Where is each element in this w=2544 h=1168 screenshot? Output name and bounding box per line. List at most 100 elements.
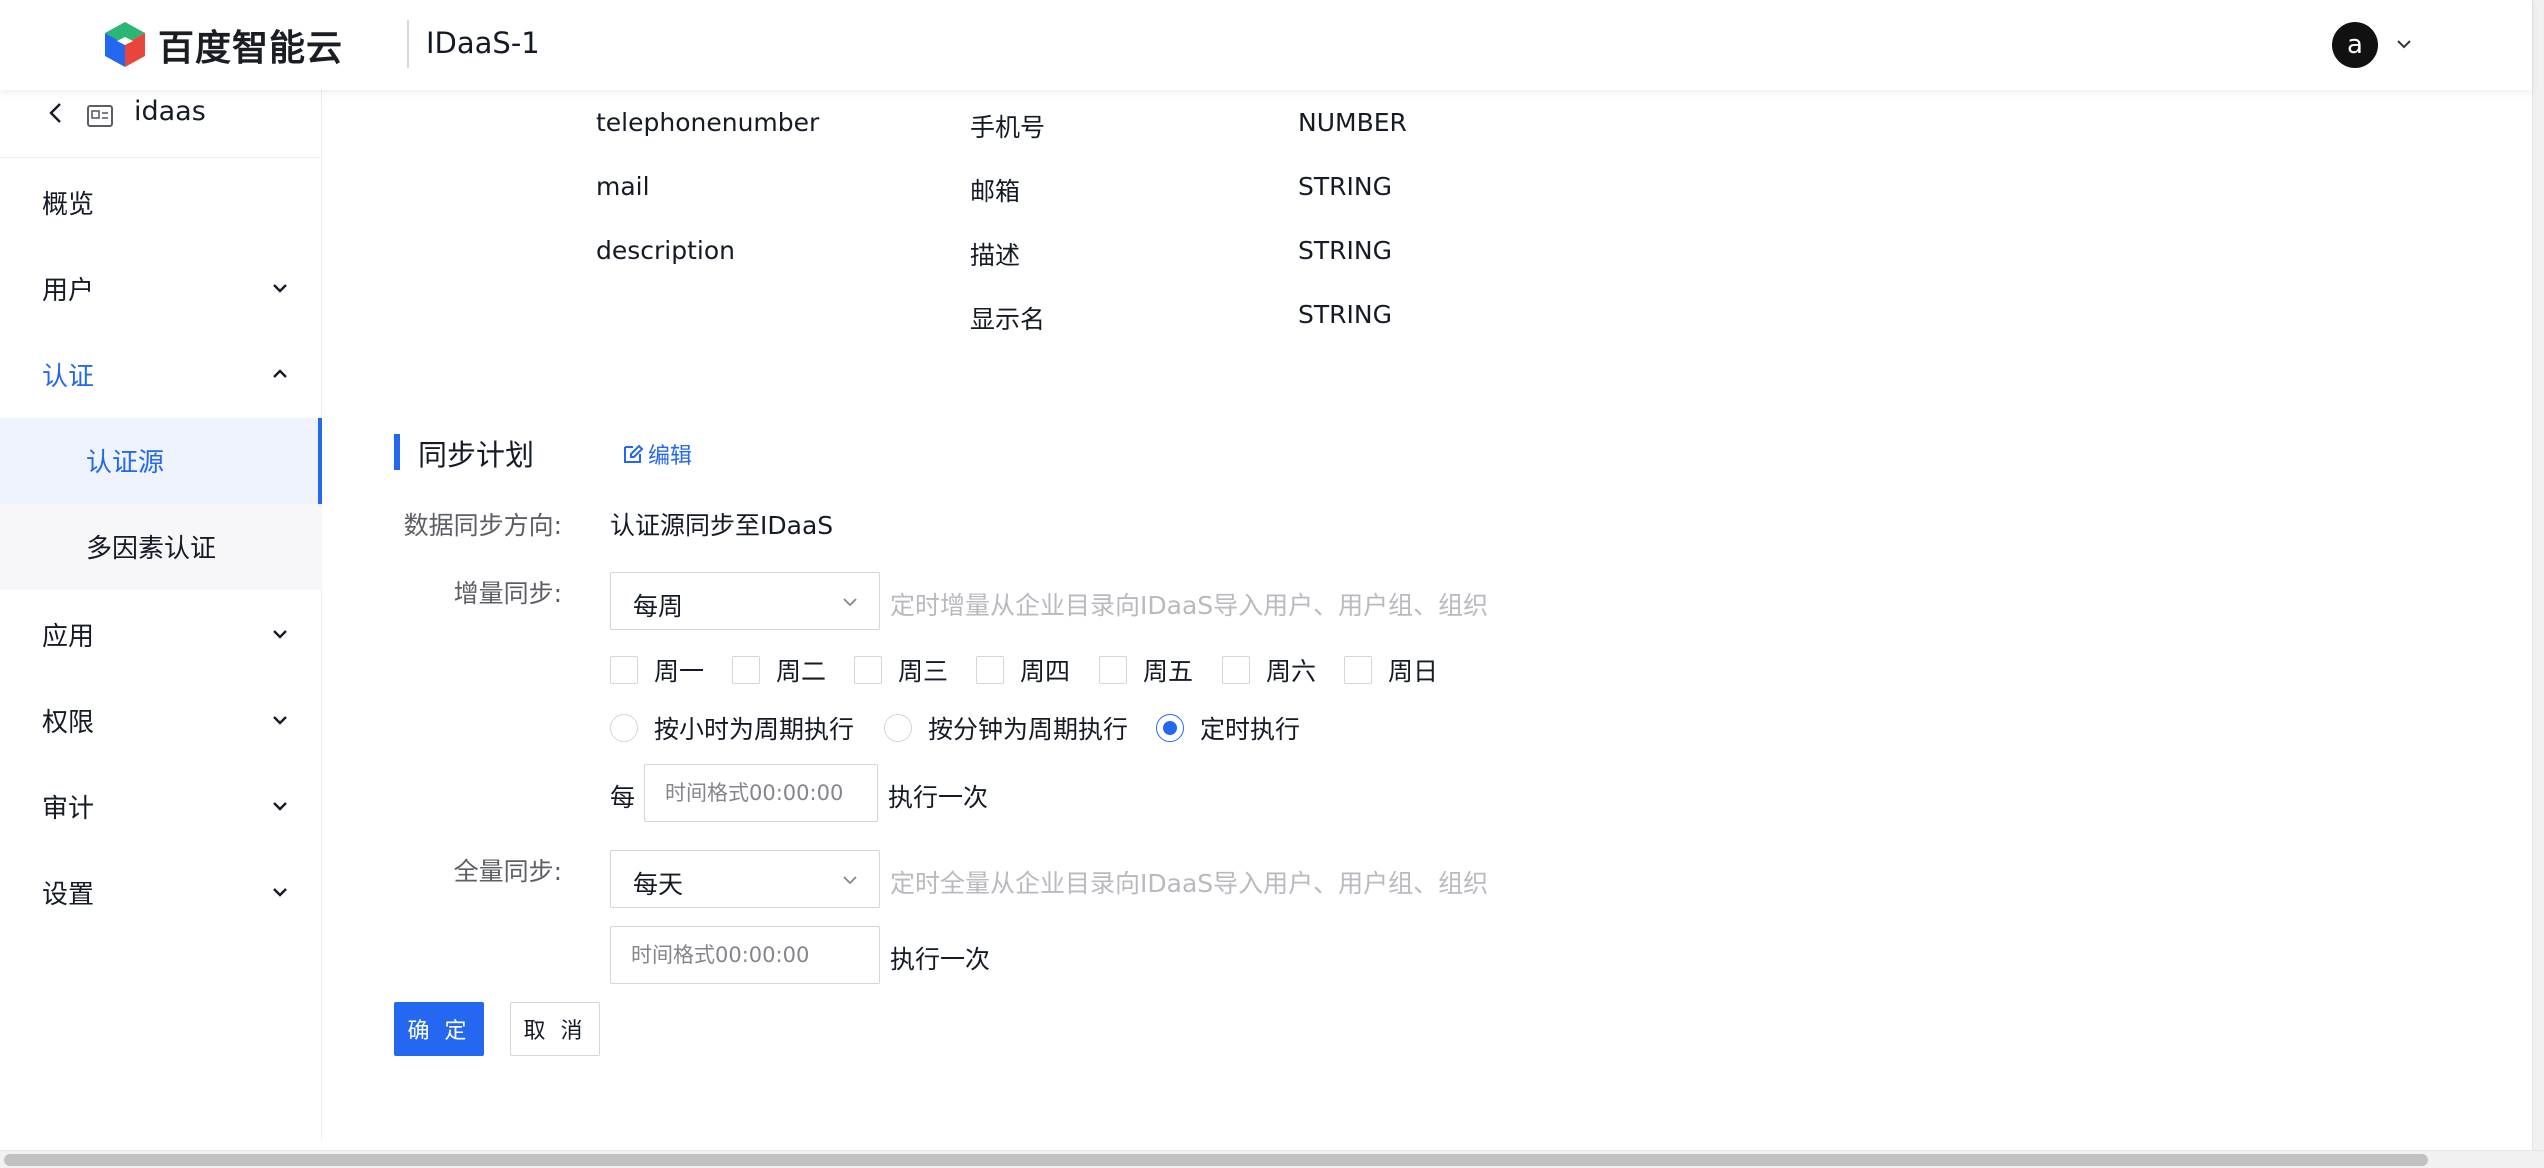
radio-dot[interactable] bbox=[884, 714, 912, 742]
sidebar-item-audit[interactable]: 审计 bbox=[0, 764, 322, 850]
sidebar-item-label: 权限 bbox=[42, 708, 95, 738]
attribute-display-name: 描述 bbox=[970, 241, 1021, 270]
avatar-letter: a bbox=[2347, 30, 2363, 60]
instance-card-icon bbox=[87, 105, 113, 127]
chevron-down-icon bbox=[273, 716, 287, 725]
radio-dot[interactable] bbox=[1156, 714, 1184, 742]
incremental-frequency-select[interactable]: 每周 bbox=[610, 572, 880, 630]
attribute-row: mail 邮箱 STRING bbox=[322, 172, 1522, 212]
sidebar-instance-header: idaas bbox=[0, 90, 322, 158]
vertical-scrollbar[interactable] bbox=[2532, 0, 2544, 1150]
chevron-down-icon bbox=[843, 876, 857, 885]
full-time-input[interactable] bbox=[610, 926, 880, 984]
attribute-display-name: 手机号 bbox=[970, 113, 1046, 142]
sidebar-item-mfa[interactable]: 多因素认证 bbox=[0, 504, 322, 590]
mode-label: 按小时为周期执行 bbox=[654, 715, 855, 744]
attribute-display-name: 邮箱 bbox=[970, 177, 1021, 206]
checkbox-box[interactable] bbox=[732, 656, 760, 684]
weekday-checkbox-wed[interactable]: 周三 bbox=[854, 652, 948, 688]
every-prefix: 每 bbox=[610, 783, 636, 812]
weekday-label: 周日 bbox=[1388, 657, 1439, 686]
cancel-button[interactable]: 取 消 bbox=[510, 1002, 600, 1056]
weekday-checkbox-sat[interactable]: 周六 bbox=[1222, 652, 1316, 688]
full-sync-label: 全量同步: bbox=[453, 857, 562, 886]
checkbox-box[interactable] bbox=[1344, 656, 1372, 684]
weekday-checkbox-mon[interactable]: 周一 bbox=[610, 652, 704, 688]
attribute-row: description 描述 STRING bbox=[322, 236, 1522, 276]
chevron-down-icon bbox=[273, 802, 287, 811]
select-value: 每天 bbox=[633, 870, 684, 899]
sidebar-item-label: 认证源 bbox=[86, 448, 165, 478]
mode-radio-minutely[interactable]: 按分钟为周期执行 bbox=[884, 710, 1128, 746]
checkbox-box[interactable] bbox=[1222, 656, 1250, 684]
checkbox-box[interactable] bbox=[976, 656, 1004, 684]
sidebar-item-overview[interactable]: 概览 bbox=[0, 160, 322, 246]
full-frequency-select[interactable]: 每天 bbox=[610, 850, 880, 908]
weekday-label: 周二 bbox=[776, 657, 827, 686]
chevron-down-icon[interactable] bbox=[2394, 34, 2414, 54]
full-suffix: 执行一次 bbox=[890, 945, 991, 974]
direction-value: 认证源同步至IDaaS bbox=[610, 511, 834, 540]
checkbox-box[interactable] bbox=[854, 656, 882, 684]
sidebar-item-label: 用户 bbox=[42, 276, 95, 306]
mode-label: 定时执行 bbox=[1200, 715, 1301, 744]
section-accent-bar bbox=[394, 434, 400, 470]
sidebar-item-label: 多因素认证 bbox=[86, 534, 217, 564]
attribute-row: telephonenumber 手机号 NUMBER bbox=[322, 108, 1522, 148]
edit-label: 编辑 bbox=[648, 444, 693, 469]
sidebar-item-label: 审计 bbox=[42, 794, 95, 824]
edit-icon bbox=[624, 444, 644, 463]
incremental-sync-label: 增量同步: bbox=[453, 579, 562, 608]
scrollbar-thumb[interactable] bbox=[4, 1154, 2428, 1166]
mode-radio-scheduled[interactable]: 定时执行 bbox=[1156, 710, 1300, 746]
attribute-type: STRING bbox=[1298, 236, 1392, 265]
top-header: 百度智能云 IDaaS-1 a bbox=[0, 0, 2532, 90]
incremental-time-input[interactable] bbox=[644, 764, 878, 822]
checkbox-box[interactable] bbox=[610, 656, 638, 684]
sidebar-item-apps[interactable]: 应用 bbox=[0, 592, 322, 678]
avatar[interactable]: a bbox=[2332, 22, 2378, 68]
select-value: 每周 bbox=[633, 592, 684, 621]
weekday-label: 周六 bbox=[1266, 657, 1317, 686]
section-title-text: 同步计划 bbox=[418, 438, 535, 472]
sidebar-item-label: 应用 bbox=[42, 622, 95, 652]
sidebar-item-auth[interactable]: 认证 bbox=[0, 332, 322, 418]
weekday-checkbox-fri[interactable]: 周五 bbox=[1099, 652, 1193, 688]
mode-radio-hourly[interactable]: 按小时为周期执行 bbox=[610, 710, 854, 746]
attribute-name: telephonenumber bbox=[596, 108, 820, 137]
sidebar-item-settings[interactable]: 设置 bbox=[0, 850, 322, 936]
confirm-button[interactable]: 确 定 bbox=[394, 1002, 484, 1056]
sidebar-item-label: 概览 bbox=[42, 190, 95, 220]
checkbox-box[interactable] bbox=[1099, 656, 1127, 684]
attribute-display-name: 显示名 bbox=[970, 305, 1046, 334]
weekday-label: 周四 bbox=[1020, 657, 1071, 686]
mode-label: 按分钟为周期执行 bbox=[928, 715, 1129, 744]
chevron-down-icon bbox=[273, 284, 287, 293]
app-title: IDaaS-1 bbox=[426, 26, 540, 60]
weekday-checkbox-sun[interactable]: 周日 bbox=[1344, 652, 1438, 688]
edit-link[interactable]: 编辑 bbox=[622, 438, 692, 470]
sidebar-item-users[interactable]: 用户 bbox=[0, 246, 322, 332]
chevron-up-icon bbox=[273, 369, 287, 378]
weekday-label: 周三 bbox=[898, 657, 949, 686]
back-arrow-icon[interactable] bbox=[42, 98, 68, 128]
header-divider bbox=[407, 20, 409, 68]
horizontal-scrollbar[interactable] bbox=[0, 1150, 2544, 1168]
incremental-suffix: 执行一次 bbox=[888, 783, 989, 812]
baidu-cloud-logo-icon bbox=[105, 22, 145, 67]
sidebar-item-label: 设置 bbox=[42, 880, 95, 910]
radio-dot[interactable] bbox=[610, 714, 638, 742]
weekday-label: 周一 bbox=[654, 657, 705, 686]
chevron-down-icon bbox=[273, 888, 287, 897]
brand-logo[interactable]: 百度智能云 bbox=[100, 20, 343, 70]
sidebar-item-permissions[interactable]: 权限 bbox=[0, 678, 322, 764]
brand-name: 百度智能云 bbox=[158, 28, 344, 69]
sidebar-item-auth-source[interactable]: 认证源 bbox=[0, 418, 322, 504]
attribute-type: STRING bbox=[1298, 172, 1392, 201]
sidebar: idaas 概览 用户 认证 认证源 多因素认证 应用 权限 审计 设置 bbox=[0, 90, 322, 1140]
attribute-row: 显示名 STRING bbox=[322, 300, 1522, 340]
weekday-checkbox-tue[interactable]: 周二 bbox=[732, 652, 826, 688]
weekday-checkbox-thu[interactable]: 周四 bbox=[976, 652, 1070, 688]
sidebar-item-label: 认证 bbox=[42, 362, 95, 392]
main-content: telephonenumber 手机号 NUMBER mail 邮箱 STRIN… bbox=[322, 90, 2532, 1140]
